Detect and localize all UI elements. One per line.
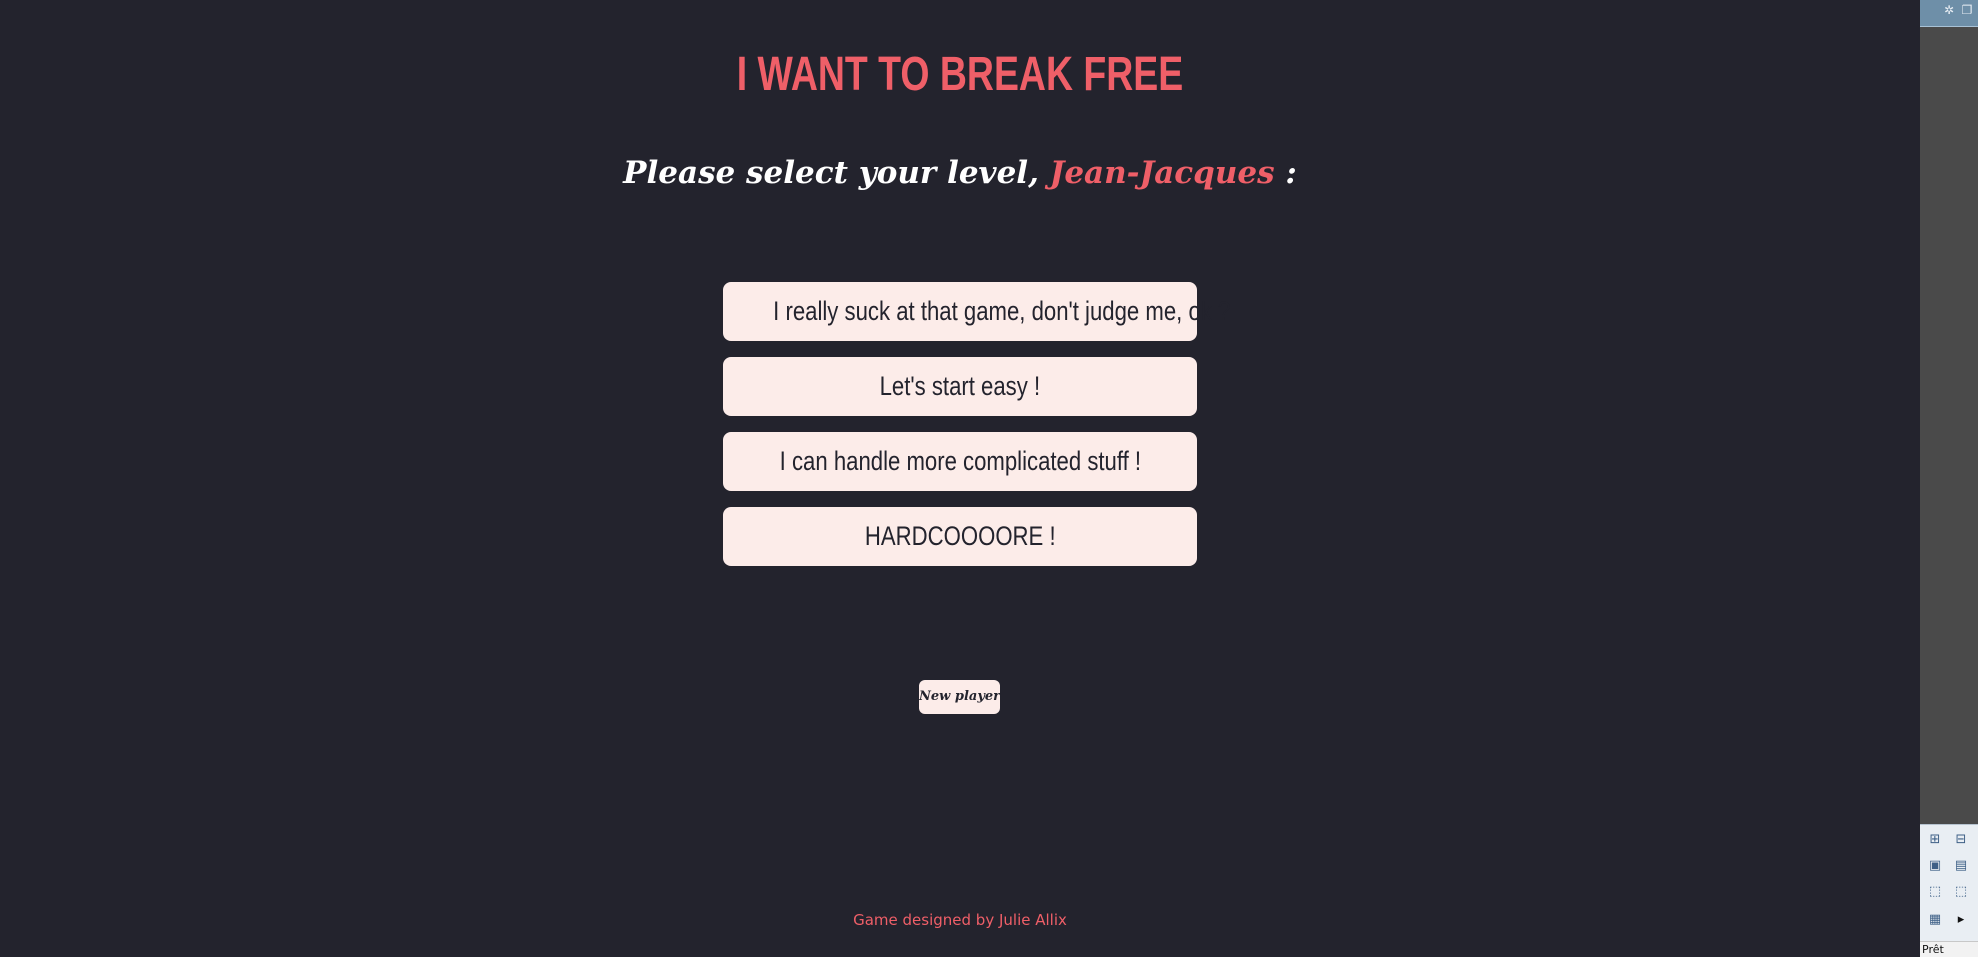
tree-grid-icon[interactable]: ▦ <box>1926 911 1944 929</box>
tree-node-add-icon[interactable]: ⊟ <box>1952 831 1970 849</box>
prompt-text: Please select your level, <box>623 155 1050 191</box>
game-title: I WANT TO BREAK FREE <box>736 48 1184 101</box>
level-label: HARDCOOOORE ! <box>864 521 1056 551</box>
tree-database-icon[interactable]: ▤ <box>1952 857 1970 875</box>
level-button-medium[interactable]: I can handle more complicated stuff ! <box>723 432 1197 491</box>
tree-folder-icon[interactable]: ▣ <box>1926 857 1944 875</box>
restore-icon[interactable]: ❐ <box>1960 3 1974 17</box>
tree-select-icon[interactable]: ⬚ <box>1926 883 1944 901</box>
level-label: Let's start easy ! <box>879 371 1041 401</box>
tree-select-alt-icon[interactable]: ⬚ <box>1952 883 1970 901</box>
new-player-button[interactable]: New player <box>919 680 1000 714</box>
minimize-icon[interactable]: ✲ <box>1942 3 1956 17</box>
play-arrow-icon[interactable]: ▸ <box>1952 911 1970 929</box>
level-button-hardcore[interactable]: HARDCOOOORE ! <box>723 507 1197 566</box>
level-label: I can handle more complicated stuff ! <box>779 446 1141 476</box>
page: I WANT TO BREAK FREE Please select your … <box>0 0 1978 957</box>
level-button-easy[interactable]: Let's start easy ! <box>723 357 1197 416</box>
side-panel-titlebar: ✲ ❐ <box>1920 0 1978 27</box>
prompt-suffix: : <box>1274 155 1297 191</box>
status-bar: Prêt <box>1920 941 1978 957</box>
level-prompt: Please select your level, Jean-Jacques : <box>0 150 1920 196</box>
player-name: Jean-Jacques <box>1049 155 1275 191</box>
level-button-beginner[interactable]: I really suck at that game, don't judge … <box>723 282 1230 341</box>
level-label: I really suck at that game, don't judge … <box>773 296 1231 326</box>
tool-palette: ⊞ ⊟ ▣ ▤ ⬚ ⬚ ▦ ▸ <box>1920 824 1978 942</box>
footer-credit: Game designed by Julie Allix <box>853 911 1067 929</box>
tree-node-icon[interactable]: ⊞ <box>1926 831 1944 849</box>
game-screen: I WANT TO BREAK FREE Please select your … <box>0 0 1920 957</box>
level-list: I really suck at that game, don't judge … <box>723 282 1230 582</box>
side-panel: ✲ ❐ ⊞ ⊟ ▣ ▤ ⬚ ⬚ ▦ ▸ Prêt <box>1920 0 1978 957</box>
